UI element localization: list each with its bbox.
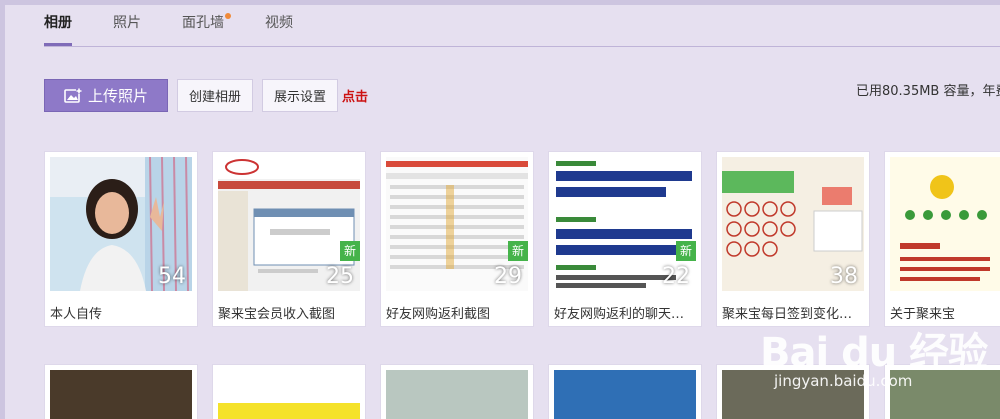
album-cover: 22 新 (554, 157, 696, 291)
toolbar: 上传照片 创建相册 展示设置 点击 (44, 79, 368, 112)
album-card[interactable]: 38 聚来宝每日签到变化… (716, 151, 870, 327)
album-cover: 25 新 (218, 157, 360, 291)
album-card[interactable] (548, 364, 702, 419)
tab-divider (44, 46, 1000, 47)
album-title: 聚来宝会员收入截图 (218, 307, 336, 322)
photo-count: 38 (830, 264, 858, 289)
tab-albums[interactable]: 相册 (44, 14, 72, 46)
album-title: 本人自传 (50, 307, 103, 322)
album-cover (218, 370, 360, 419)
album-card[interactable] (716, 364, 870, 419)
album-title: 好友网购返利的聊天… (554, 307, 685, 322)
new-badge: 新 (340, 241, 360, 261)
display-settings-button[interactable]: 展示设置 (262, 79, 339, 112)
album-title: 关于聚来宝 (890, 307, 956, 322)
click-tip-text: 点击 (342, 90, 369, 105)
album-cover (890, 370, 1000, 419)
album-cover (386, 370, 528, 419)
upload-image-icon (64, 87, 82, 104)
tab-face-wall[interactable]: 面孔墙 (182, 13, 231, 46)
notification-dot (225, 13, 231, 19)
album-cover (50, 370, 192, 419)
photo-count: 25 (326, 264, 354, 289)
album-grid: 54 本人自传 25 新 聚来宝会员收入截图 29 新 好友网购返利截图 22 … (44, 151, 1000, 327)
album-card[interactable] (212, 364, 366, 419)
album-title: 聚来宝每日签到变化… (722, 307, 853, 322)
album-title: 好友网购返利截图 (386, 307, 491, 322)
tab-photos[interactable]: 照片 (113, 14, 141, 46)
album-grid-row-2 (44, 364, 1000, 419)
new-badge: 新 (676, 241, 696, 261)
upload-photos-label: 上传照片 (87, 87, 148, 105)
album-card[interactable] (884, 364, 1000, 419)
album-cover (890, 157, 1000, 291)
album-card[interactable] (44, 364, 198, 419)
album-card[interactable]: 25 新 聚来宝会员收入截图 (212, 151, 366, 327)
album-cover: 38 (722, 157, 864, 291)
create-album-button[interactable]: 创建相册 (177, 79, 254, 112)
album-card[interactable]: 关于聚来宝 (884, 151, 1000, 327)
tab-videos[interactable]: 视频 (265, 14, 293, 46)
album-tabs: 相册 照片 面孔墙 视频 (44, 13, 334, 46)
album-cover (554, 370, 696, 419)
album-card[interactable] (380, 364, 534, 419)
album-cover (722, 370, 864, 419)
album-cover: 54 (50, 157, 192, 291)
album-cover: 29 新 (386, 157, 528, 291)
album-card[interactable]: 22 新 好友网购返利的聊天… (548, 151, 702, 327)
photo-count: 22 (662, 264, 690, 289)
storage-usage-text: 已用80.35MB 容量，年费 (856, 84, 1000, 99)
upload-photos-button[interactable]: 上传照片 (44, 79, 168, 112)
new-badge: 新 (508, 241, 528, 261)
album-card[interactable]: 54 本人自传 (44, 151, 198, 327)
album-card[interactable]: 29 新 好友网购返利截图 (380, 151, 534, 327)
photo-count: 54 (158, 264, 186, 289)
photo-count: 29 (494, 264, 522, 289)
